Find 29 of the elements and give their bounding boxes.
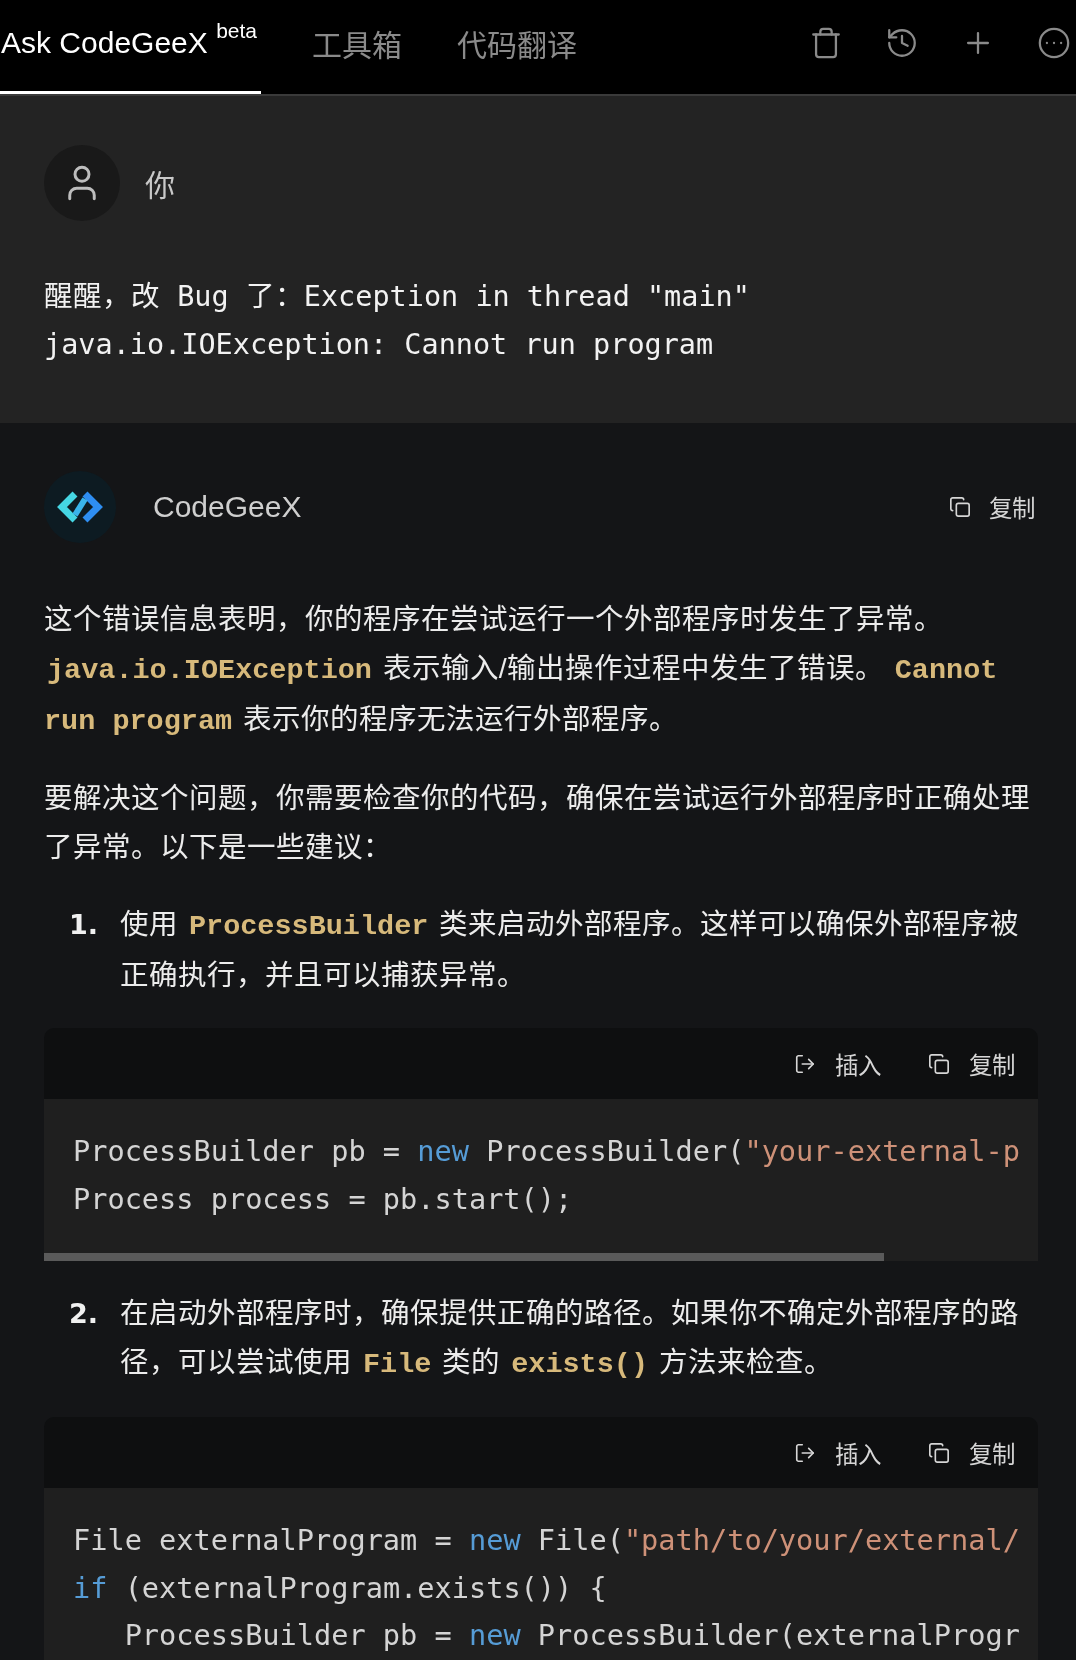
- author-name: CodeGeeX: [153, 490, 302, 524]
- code-line: ProcessBuilder pb = new ProcessBuilder("your-external-p: [73, 1133, 1021, 1170]
- tab[interactable]: 代码翻译: [456, 0, 581, 94]
- code-line: ProcessBuilder pb = new ProcessBuilder(externalProgr: [123, 1617, 1021, 1654]
- copy-button[interactable]: 复制: [928, 1046, 1015, 1081]
- code-line: File externalProgram = new File("path/to/your/external/: [73, 1522, 1021, 1559]
- list-item-text: 在启动外部程序时，确保提供正确的路径。如果你不确定外部程序的路径，可以尝试使用 File 类的 exists() 方法来检查。: [120, 1296, 1020, 1383]
- paragraph: 这个错误信息表明，你的程序在尝试运行一个外部程序时发生了异常。 java.io.IOException 表示输入/输出操作过程中发生了错误。 Cannot run program 表示你的程序无法运行外部程序。: [44, 602, 999, 740]
- history-icon[interactable]: [885, 26, 919, 60]
- copy-button[interactable]: 复制: [928, 1435, 1015, 1470]
- author-name: 你: [145, 168, 175, 204]
- logo-icon: [44, 471, 116, 543]
- copy-icon: [928, 1441, 950, 1464]
- code-line: Process process = pb.start();: [73, 1180, 574, 1218]
- copy-icon: [949, 496, 971, 518]
- list-number: 1.: [69, 908, 99, 942]
- copy-icon: [928, 1052, 950, 1075]
- list-number: 2.: [69, 1297, 99, 1331]
- copy-button[interactable]: 复制: [949, 490, 1035, 524]
- code-line: if (externalProgram.exists()) {: [73, 1569, 608, 1607]
- insert-button[interactable]: 插入: [794, 1046, 881, 1081]
- message-text: 醒醒，改 Bug 了：Exception in thread "main" java.io.IOException: Cannot run program: [44, 279, 751, 363]
- trash-icon[interactable]: [809, 26, 843, 60]
- tab[interactable]: 工具箱: [311, 0, 406, 94]
- insert-button[interactable]: 插入: [794, 1435, 881, 1470]
- list-item-text: 使用 ProcessBuilder 类来启动外部程序。这样可以确保外部程序被正确执行，并且可以捕获异常。: [120, 907, 1021, 993]
- more-icon[interactable]: [1037, 26, 1071, 60]
- scrollbar-thumb[interactable]: [44, 1253, 884, 1261]
- paragraph: 要解决这个问题，你需要检查你的代码，确保在尝试运行外部程序时正确处理了异常。以下是一些建议：: [44, 781, 1031, 865]
